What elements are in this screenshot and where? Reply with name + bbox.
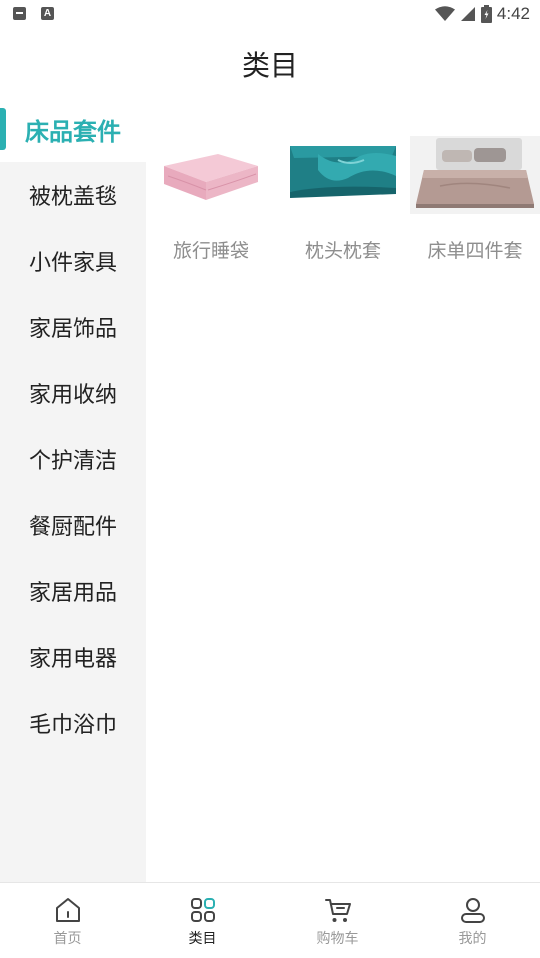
product-travel-sleeping-bag[interactable]: 旅行睡袋 xyxy=(146,126,276,276)
sidebar-item-towels[interactable]: 毛巾浴巾 xyxy=(0,690,146,756)
sidebar-item-label: 被枕盖毯 xyxy=(28,185,117,210)
sidebar-item-label: 个护清洁 xyxy=(28,449,117,474)
sidebar-item-label: 家用收纳 xyxy=(28,383,117,408)
home-icon xyxy=(55,898,80,922)
battery-icon xyxy=(480,5,492,23)
tab-cart[interactable]: 购物车 xyxy=(270,883,405,958)
sidebar-item-small-furniture[interactable]: 小件家具 xyxy=(0,228,146,294)
category-sidebar: 床品套件 被枕盖毯 小件家具 家居饰品 家用收纳 个护清洁 餐厨配件 家居用品 … xyxy=(0,96,146,882)
bottom-tab-bar: 首页 类目 购物车 我的 xyxy=(0,882,540,958)
sidebar-item-label: 家居饰品 xyxy=(28,317,117,342)
tab-category[interactable]: 类目 xyxy=(135,883,270,958)
sidebar-item-label: 家用电器 xyxy=(28,647,117,672)
product-pillowcase[interactable]: 枕头枕套 xyxy=(278,126,408,276)
product-label: 枕头枕套 xyxy=(304,240,381,262)
signal-icon xyxy=(460,7,475,21)
tab-label: 类目 xyxy=(188,931,217,947)
tab-label: 我的 xyxy=(458,931,487,947)
sidebar-item-pillows-blankets[interactable]: 被枕盖毯 xyxy=(0,162,146,228)
app-notification-icon: A xyxy=(41,7,54,20)
tab-label: 购物车 xyxy=(316,931,359,947)
clock: 4:42 xyxy=(496,4,530,23)
wifi-icon xyxy=(434,6,455,21)
product-bed-sheet-set[interactable]: 床单四件套 xyxy=(410,126,540,276)
sidebar-item-label: 餐厨配件 xyxy=(28,515,117,540)
sidebar-item-label: 家居用品 xyxy=(28,581,117,606)
sidebar-item-label: 床品套件 xyxy=(25,117,121,146)
status-bar: A 4:42 xyxy=(0,0,540,28)
sidebar-item-label: 毛巾浴巾 xyxy=(28,713,117,738)
sidebar-item-home-goods[interactable]: 家居用品 xyxy=(0,558,146,624)
tab-profile[interactable]: 我的 xyxy=(405,883,540,958)
sidebar-item-storage[interactable]: 家用收纳 xyxy=(0,360,146,426)
tab-home[interactable]: 首页 xyxy=(0,883,135,958)
cart-icon xyxy=(324,899,351,922)
page-title: 类目 xyxy=(241,49,298,82)
active-indicator xyxy=(0,108,6,150)
product-label: 旅行睡袋 xyxy=(172,240,249,262)
sidebar-item-bedding-set[interactable]: 床品套件 xyxy=(0,96,146,162)
user-icon xyxy=(460,898,485,923)
category-icon xyxy=(190,898,215,922)
teal-silk-pillowcase-image xyxy=(290,146,396,198)
pink-sleeping-bag-image xyxy=(164,154,258,200)
sidebar-item-appliances[interactable]: 家用电器 xyxy=(0,624,146,690)
product-label: 床单四件套 xyxy=(427,240,523,262)
sidebar-item-kitchen[interactable]: 餐厨配件 xyxy=(0,492,146,558)
sidebar-item-personal-care[interactable]: 个护清洁 xyxy=(0,426,146,492)
subcategory-grid: 旅行睡袋 枕头枕套 床单四件套 xyxy=(146,126,540,286)
sidebar-item-label: 小件家具 xyxy=(28,251,117,276)
message-notification-icon xyxy=(13,7,26,20)
sidebar-item-home-decor[interactable]: 家居饰品 xyxy=(0,294,146,360)
tab-label: 首页 xyxy=(53,931,82,947)
bedding-set-image xyxy=(410,136,540,214)
